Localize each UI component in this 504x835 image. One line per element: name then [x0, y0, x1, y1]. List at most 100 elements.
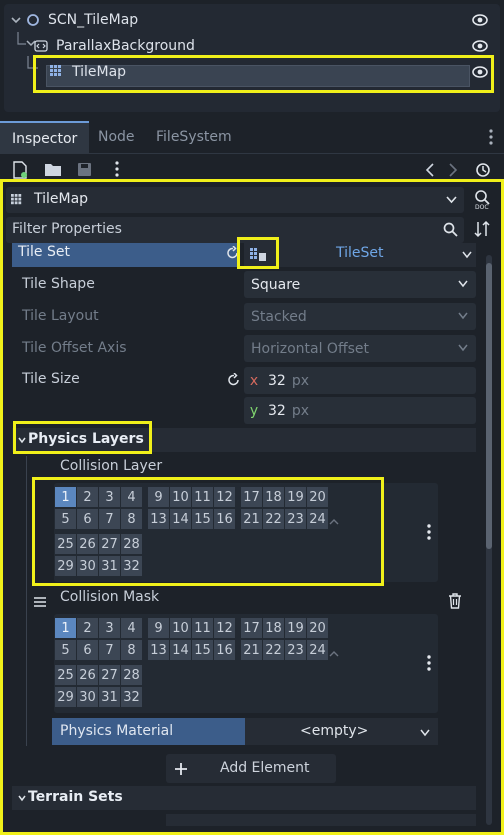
collision-mask-bit-31[interactable]: 31 — [99, 687, 120, 707]
collapse-up-icon[interactable] — [329, 650, 339, 658]
scrollbar-thumb[interactable] — [486, 263, 492, 549]
collision-mask-bit-23[interactable]: 23 — [285, 640, 306, 660]
tree-item-tilemap[interactable]: TileMap — [50, 60, 126, 84]
chevron-down-icon[interactable] — [18, 794, 26, 802]
collision-mask-bit-20[interactable]: 20 — [307, 618, 328, 638]
collision-layer-bit-16[interactable]: 16 — [214, 509, 235, 529]
collision-layer-bit-30[interactable]: 30 — [77, 556, 98, 576]
collision-layer-bit-4[interactable]: 4 — [121, 487, 142, 507]
collision-layer-bit-1[interactable]: 1 — [55, 487, 76, 507]
collision-mask-bit-5[interactable]: 5 — [55, 640, 76, 660]
collision-layer-bit-6[interactable]: 6 — [77, 509, 98, 529]
collision-mask-bit-10[interactable]: 10 — [170, 618, 191, 638]
collision-layer-bit-9[interactable]: 9 — [148, 487, 169, 507]
chevron-down-icon[interactable] — [420, 729, 430, 737]
collision-mask-bit-32[interactable]: 32 — [121, 687, 142, 707]
collision-mask-bit-13[interactable]: 13 — [148, 640, 169, 660]
collision-mask-bit-12[interactable]: 12 — [214, 618, 235, 638]
doc-icon[interactable]: DOC — [474, 190, 492, 210]
collision-layer-bit-12[interactable]: 12 — [214, 487, 235, 507]
more-vertical-icon[interactable] — [426, 524, 432, 540]
collision-mask-bit-26[interactable]: 26 — [77, 665, 98, 685]
collision-mask-bit-27[interactable]: 27 — [99, 665, 120, 685]
sort-options-icon[interactable] — [474, 220, 490, 238]
collision-layer-bit-25[interactable]: 25 — [55, 534, 76, 554]
collision-layer-bit-2[interactable]: 2 — [77, 487, 98, 507]
tile-set-resource-picker[interactable]: TileSet — [244, 243, 476, 267]
save-icon[interactable] — [77, 162, 92, 177]
revert-icon[interactable] — [227, 373, 241, 387]
collision-mask-bit-25[interactable]: 25 — [55, 665, 76, 685]
collision-layer-bit-31[interactable]: 31 — [99, 556, 120, 576]
visibility-eye-icon[interactable] — [472, 65, 488, 79]
collision-mask-bit-2[interactable]: 2 — [77, 618, 98, 638]
history-icon[interactable] — [474, 161, 492, 179]
collision-mask-bit-6[interactable]: 6 — [77, 640, 98, 660]
collision-layer-bit-14[interactable]: 14 — [170, 509, 191, 529]
collision-mask-bit-16[interactable]: 16 — [214, 640, 235, 660]
tile-size-y-field[interactable]: y 32 px — [244, 397, 476, 424]
collision-layer-bit-10[interactable]: 10 — [170, 487, 191, 507]
collision-layer-bit-22[interactable]: 22 — [263, 509, 284, 529]
collision-layer-bit-19[interactable]: 19 — [285, 487, 306, 507]
add-element-button[interactable]: Add Element — [166, 754, 336, 783]
collision-mask-bit-22[interactable]: 22 — [263, 640, 284, 660]
collision-layer-bit-3[interactable]: 3 — [99, 487, 120, 507]
chevron-down-icon[interactable] — [462, 251, 472, 259]
inspector-scrollbar[interactable] — [486, 255, 492, 825]
collision-mask-bit-30[interactable]: 30 — [77, 687, 98, 707]
filter-properties-field[interactable]: Filter Properties — [6, 217, 464, 243]
tile-offset-axis-select[interactable]: Horizontal Offset — [244, 335, 476, 362]
collision-mask-bit-28[interactable]: 28 — [121, 665, 142, 685]
collision-layer-bit-24[interactable]: 24 — [307, 509, 328, 529]
collision-layer-bit-26[interactable]: 26 — [77, 534, 98, 554]
collision-layer-bit-28[interactable]: 28 — [121, 534, 142, 554]
collision-layer-bit-7[interactable]: 7 — [99, 509, 120, 529]
tileset-icon[interactable] — [250, 248, 266, 262]
collision-mask-bit-9[interactable]: 9 — [148, 618, 169, 638]
drag-handle-icon[interactable] — [33, 596, 47, 608]
tree-item-parallax[interactable]: ParallaxBackground — [34, 34, 195, 58]
collision-layer-bit-32[interactable]: 32 — [121, 556, 142, 576]
collision-layer-bit-13[interactable]: 13 — [148, 509, 169, 529]
collision-layer-bit-27[interactable]: 27 — [99, 534, 120, 554]
tab-node[interactable]: Node — [86, 121, 147, 153]
collision-mask-bit-19[interactable]: 19 — [285, 618, 306, 638]
collision-layer-bit-29[interactable]: 29 — [55, 556, 76, 576]
new-resource-icon[interactable] — [12, 161, 28, 179]
collision-mask-bit-3[interactable]: 3 — [99, 618, 120, 638]
more-vertical-icon[interactable] — [114, 161, 120, 177]
tile-size-x-field[interactable]: x 32 px — [244, 367, 476, 394]
more-vertical-icon[interactable] — [426, 655, 432, 671]
collision-mask-bit-24[interactable]: 24 — [307, 640, 328, 660]
chevron-down-icon[interactable] — [18, 436, 26, 444]
collision-mask-bit-21[interactable]: 21 — [241, 640, 262, 660]
collision-mask-bit-14[interactable]: 14 — [170, 640, 191, 660]
collision-layer-bit-17[interactable]: 17 — [241, 487, 262, 507]
collision-mask-bit-7[interactable]: 7 — [99, 640, 120, 660]
more-vertical-icon[interactable] — [488, 129, 494, 145]
tile-layout-select[interactable]: Stacked — [244, 303, 476, 330]
collision-mask-bit-15[interactable]: 15 — [192, 640, 213, 660]
chevron-down-icon[interactable] — [10, 14, 22, 26]
collision-mask-bit-1[interactable]: 1 — [55, 618, 76, 638]
tree-item-root[interactable]: SCN_TileMap — [10, 8, 138, 32]
collision-layer-bit-8[interactable]: 8 — [121, 509, 142, 529]
tab-filesystem[interactable]: FileSystem — [144, 121, 244, 153]
collision-mask-bit-8[interactable]: 8 — [121, 640, 142, 660]
physics-material-picker[interactable]: <empty> — [245, 718, 438, 745]
tab-inspector[interactable]: Inspector — [0, 121, 90, 153]
tile-shape-select[interactable]: Square — [244, 271, 476, 298]
visibility-eye-icon[interactable] — [472, 39, 488, 53]
collision-layer-bit-23[interactable]: 23 — [285, 509, 306, 529]
collapse-up-icon[interactable] — [329, 518, 339, 526]
visibility-eye-icon[interactable] — [472, 13, 488, 27]
collision-mask-bit-29[interactable]: 29 — [55, 687, 76, 707]
trash-icon[interactable] — [448, 593, 462, 609]
node-selector[interactable]: TileMap — [6, 187, 464, 213]
revert-icon[interactable] — [226, 246, 240, 260]
collision-layer-bit-15[interactable]: 15 — [192, 509, 213, 529]
collision-mask-bit-4[interactable]: 4 — [121, 618, 142, 638]
collision-layer-bit-11[interactable]: 11 — [192, 487, 213, 507]
collision-mask-bit-11[interactable]: 11 — [192, 618, 213, 638]
